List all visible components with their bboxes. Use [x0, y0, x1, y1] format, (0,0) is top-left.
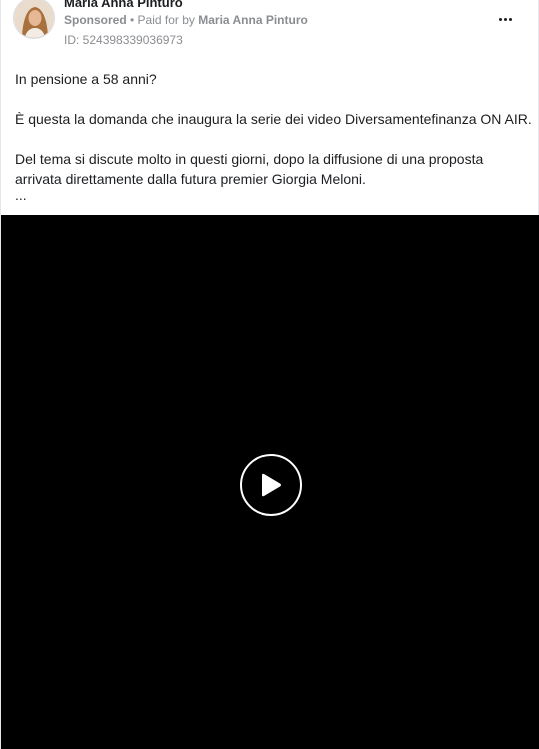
sponsored-label: Sponsored — [64, 13, 127, 27]
meta-separator: • — [126, 13, 138, 27]
see-more-ellipsis[interactable]: ... — [15, 188, 530, 202]
more-options-icon[interactable] — [492, 10, 518, 28]
post-line: arrivata direttamente dalla futura premi… — [15, 171, 366, 187]
post-line: Del tema si discute molto in questi gior… — [15, 151, 484, 167]
profile-photo-icon — [14, 0, 54, 38]
advertiser-name[interactable]: Maria Anna Pinturo — [64, 0, 183, 10]
ad-card: Maria Anna Pinturo Sponsored • Paid for … — [0, 0, 539, 749]
ad-library-id: ID: 524398339036973 — [64, 33, 183, 47]
advertiser-avatar[interactable] — [13, 0, 55, 39]
post-text: In pensione a 58 anni? È questa la doman… — [15, 69, 532, 202]
play-icon[interactable] — [240, 454, 302, 516]
post-line: In pensione a 58 anni? — [15, 71, 157, 87]
post-line: È questa la domanda che inaugura la seri… — [15, 111, 532, 127]
paid-for-label: Paid for by — [137, 13, 199, 27]
ad-header: Maria Anna Pinturo Sponsored • Paid for … — [1, 0, 538, 60]
video-player[interactable] — [1, 215, 539, 749]
play-triangle-icon — [262, 473, 281, 497]
sponsored-line: Sponsored • Paid for by Maria Anna Pintu… — [64, 13, 308, 27]
payer-name: Maria Anna Pinturo — [198, 13, 308, 27]
